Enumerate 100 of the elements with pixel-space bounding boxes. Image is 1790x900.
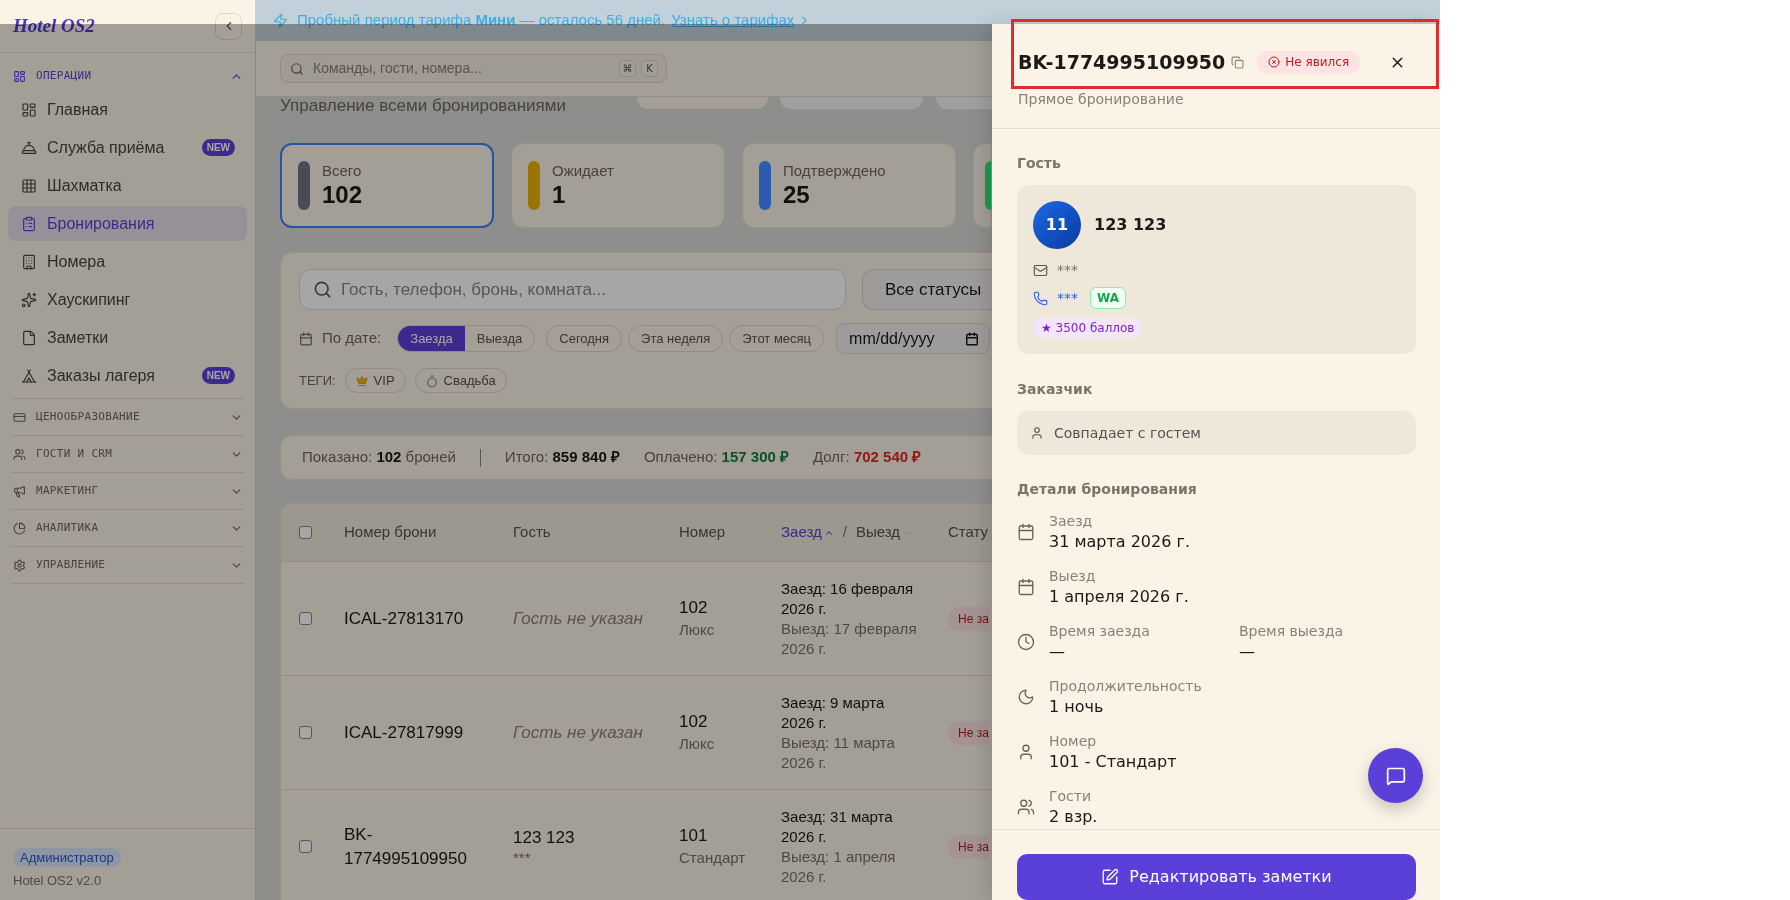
nav-item[interactable]: Хаускипинг <box>8 282 247 317</box>
tags-label: ТЕГИ: <box>299 371 336 390</box>
nav-item[interactable]: Главная <box>8 92 247 127</box>
detail-value: — <box>1049 642 1065 662</box>
detail-value: 2 взр. <box>1049 807 1098 827</box>
people-icon <box>1017 798 1035 816</box>
date-filter-label: По дате: <box>322 328 382 349</box>
nav-item[interactable]: Служба приёма NEW <box>8 130 247 165</box>
new-badge: NEW <box>201 367 235 384</box>
x-circle-icon <box>1268 56 1281 68</box>
status-badge: Не за <box>948 606 989 631</box>
command-search-field[interactable]: Команды, гости, номера... ⌘ K <box>280 54 667 83</box>
checkin-date: Заезд: 9 марта 2026 г. <box>781 692 886 733</box>
booking-title: BK-1774995109950 <box>1018 50 1226 74</box>
detail-label: Выезд <box>1049 567 1096 585</box>
column-header: Номер брони <box>344 522 437 543</box>
stat-value: 102 <box>322 181 363 209</box>
guest-name: Гость не указан <box>513 721 643 744</box>
credit-card-icon <box>13 410 26 424</box>
detail-label: Заезд <box>1049 512 1093 530</box>
booking-source: Прямое бронирование <box>1018 90 1185 108</box>
calendar-icon <box>1017 578 1035 596</box>
date-mode-option[interactable]: Заезда <box>398 326 465 351</box>
stat-card[interactable]: Всего 102 <box>280 143 494 228</box>
mail-icon <box>1033 262 1048 278</box>
edit-notes-button[interactable]: Редактировать заметки <box>1017 854 1416 900</box>
sort-column-header[interactable]: Выезд <box>855 521 912 544</box>
checkout-date: Выезд: 17 февраля 2026 г. <box>781 618 918 659</box>
status-badge: Не за <box>948 834 989 859</box>
room-type: Люкс <box>679 620 715 640</box>
detail-label: Номер <box>1049 732 1097 750</box>
page-subtitle: Управление всеми бронированиями <box>280 97 566 115</box>
sort-column-header[interactable]: Заезд <box>781 521 834 544</box>
section-header[interactable]: АНАЛИТИКА <box>11 509 244 546</box>
section-header[interactable]: ГОСТИ И CRM <box>11 435 244 472</box>
edit-icon <box>1101 868 1120 886</box>
section-heading: Заказчик <box>1017 380 1094 398</box>
row-checkbox[interactable] <box>299 726 312 739</box>
date-input-field[interactable]: mm/dd/yyyy <box>836 323 990 354</box>
search-icon <box>290 61 304 76</box>
section-header[interactable]: УПРАВЛЕНИЕ <box>11 546 244 583</box>
nav-item[interactable]: Номера <box>8 244 247 279</box>
summary-total: Долг: 702 540 ₽ <box>813 447 922 468</box>
messenger-badge: WA <box>1090 287 1126 309</box>
detail-value: 1 апреля 2026 г. <box>1049 587 1189 607</box>
stat-label: Ожидает <box>552 162 614 180</box>
status-badge: Не явился <box>1257 50 1361 74</box>
nav-item[interactable]: Шахматка <box>8 168 247 203</box>
users-icon <box>13 447 26 461</box>
detail-label: Продолжительность <box>1049 677 1202 695</box>
shown-count-text: Показано: 102 броней <box>302 447 456 468</box>
guest-name: Гость не указан <box>513 607 643 630</box>
guest-phone: *** <box>1057 288 1078 308</box>
column-header: Номер <box>679 522 726 543</box>
settings-icon <box>13 558 26 572</box>
section-header[interactable]: ОПЕРАЦИИ <box>11 60 244 92</box>
banner-text: Пробный период тарифа Мини — осталось 56 дней. <box>297 10 666 31</box>
checkout-date: Выезд: 1 апреля 2026 г. <box>781 846 897 887</box>
row-checkbox[interactable] <box>299 612 312 625</box>
status-badge: Не за <box>948 720 989 745</box>
room-number: 102 <box>679 597 708 619</box>
detail-value: — <box>1239 642 1255 662</box>
calendar-icon <box>1017 523 1035 541</box>
nav-item[interactable]: Заметки <box>8 320 247 355</box>
loyalty-points-badge: ★ 3500 баллов <box>1033 318 1143 338</box>
stat-label: Всего <box>322 162 363 180</box>
status-select[interactable]: Все статусы <box>862 269 992 310</box>
column-header: Стату <box>948 522 989 543</box>
date-mode-option[interactable]: Выезда <box>464 326 535 351</box>
role-badge: Администратор <box>13 848 121 867</box>
nav-item[interactable]: Бронирования <box>8 206 247 241</box>
stat-card[interactable]: Ожидает 1 <box>511 143 725 228</box>
stat-value: 1 <box>552 181 567 209</box>
section-heading: Гость <box>1017 154 1062 172</box>
select-all-checkbox[interactable] <box>299 526 312 539</box>
collapse-sidebar-button[interactable] <box>215 12 242 40</box>
booking-id: ICAL-27817999 <box>344 721 465 744</box>
guest-name: 123 123 <box>513 826 575 849</box>
shortcut-key: K <box>641 60 658 77</box>
service-bell-icon <box>21 139 37 156</box>
shortcut-key: ⌘ <box>619 60 636 77</box>
section-header[interactable]: ЦЕНООБРАЗОВАНИЕ <box>11 398 244 435</box>
row-checkbox[interactable] <box>299 840 312 853</box>
detail-value: 31 марта 2026 г. <box>1049 532 1190 552</box>
section-header[interactable]: МАРКЕТИНГ <box>11 472 244 509</box>
person-icon <box>1030 426 1044 440</box>
nav-item[interactable]: Заказы лагеря NEW <box>8 358 247 393</box>
detail-value: 1 ночь <box>1049 697 1104 717</box>
calendar-icon <box>299 331 313 346</box>
new-badge: NEW <box>201 139 235 156</box>
file-icon <box>21 329 37 346</box>
avatar-initials: 11 <box>1033 201 1081 249</box>
guest-name: 123 123 <box>1094 214 1167 236</box>
copy-icon[interactable] <box>1231 55 1245 69</box>
dashboard-icon <box>21 101 37 118</box>
stat-card[interactable]: Подтверждено 25 <box>742 143 956 228</box>
chat-bubble-icon <box>1385 765 1406 786</box>
pie-chart-icon <box>13 521 26 535</box>
detail-label: Гости <box>1049 787 1092 805</box>
booking-search-field[interactable]: Гость, телефон, бронь, комната... <box>299 269 846 310</box>
